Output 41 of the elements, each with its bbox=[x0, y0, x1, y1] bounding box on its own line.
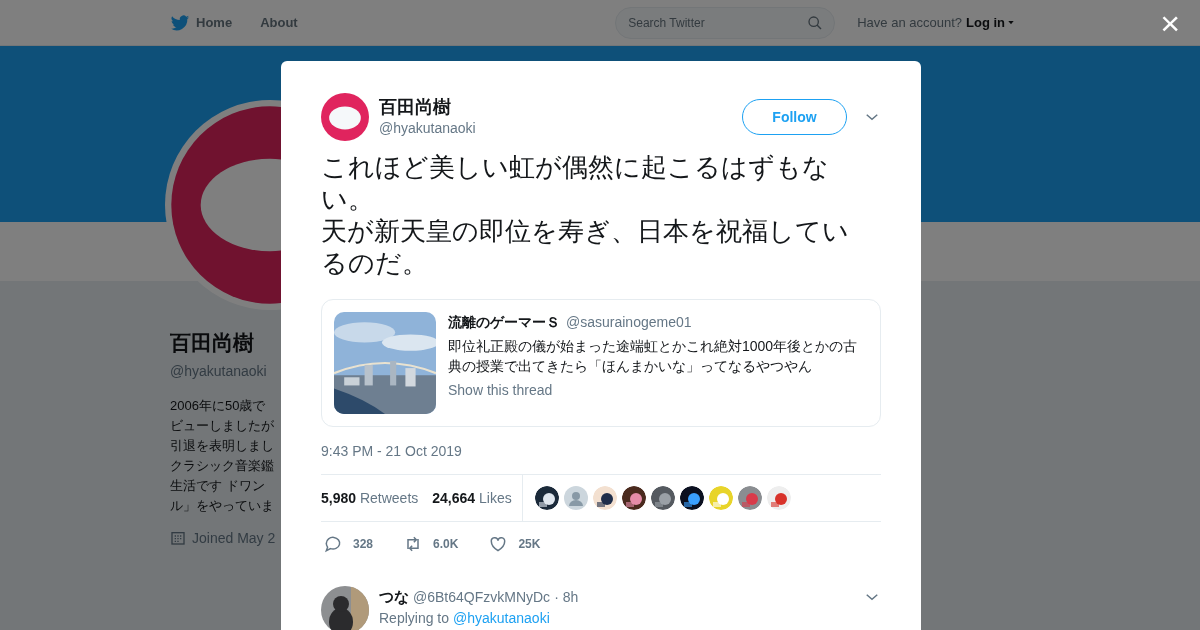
caret-icon bbox=[1007, 18, 1015, 27]
reply-time: · 8h bbox=[554, 587, 579, 607]
action-count: 25K bbox=[518, 536, 541, 553]
quoted-tweet-card[interactable]: 流離のゲーマーＳ @sasurainogeme01 即位礼正殿の儀が始まった途端虹とかこれ絶対1000年後とかの古典の授業で出てきたら「ほんまかいな」ってなるやつやん Show this thread bbox=[321, 299, 881, 427]
bio-text: 生活です ドワン bbox=[170, 476, 266, 495]
mention-link[interactable]: @hyakutanaoki bbox=[453, 609, 550, 627]
home-link[interactable]: Home bbox=[170, 12, 233, 33]
profile-handle: @hyakutanaoki bbox=[170, 361, 268, 381]
user-handle[interactable]: @hyakutanaoki bbox=[379, 117, 476, 139]
profile-name: 百田尚樹 bbox=[170, 330, 255, 356]
tweet-text: 天が新天皇の即位を寿ぎ、日本を祝福しているのだ。 bbox=[321, 215, 850, 279]
bio-text: ル」をやっていま bbox=[170, 496, 275, 515]
search-field[interactable]: Search Twitter bbox=[615, 6, 836, 39]
action-count: 328 bbox=[353, 536, 374, 553]
quoted-user-name: 流離のゲーマーＳ bbox=[448, 313, 560, 332]
account-prompt: Have an account? bbox=[857, 13, 962, 32]
reply-user-handle[interactable]: @6Bt64QFzvkMNyDc bbox=[413, 586, 551, 608]
login-link[interactable]: Log in bbox=[966, 12, 1015, 33]
bio-text: 2006年に50歳で bbox=[170, 396, 267, 415]
stat-link[interactable]: 24,664 Likes bbox=[432, 487, 512, 509]
bio-text: クラシック音楽鑑 bbox=[170, 456, 275, 475]
about-link[interactable]: About bbox=[260, 12, 298, 33]
tweet-timestamp: 9:43 PM - 21 Oct 2019 bbox=[321, 442, 463, 461]
calendar-icon bbox=[170, 530, 186, 546]
bio-text: 引退を表明しまし bbox=[170, 436, 275, 455]
show-thread-link[interactable]: Show this thread bbox=[448, 380, 862, 401]
reply-user-name[interactable]: つな bbox=[379, 586, 409, 609]
speech-bubble-icon[interactable] bbox=[323, 534, 343, 554]
quoted-tweet-text: 即位礼正殿の儀が始まった途端虹とかこれ絶対1000年後とかの古典の授業で出てきたら「ほんまかいな」ってなるやつやん bbox=[448, 337, 859, 376]
action-count: 6.0K bbox=[433, 536, 459, 553]
replying-to-text: Replying to bbox=[379, 609, 450, 627]
search-icon[interactable] bbox=[807, 14, 824, 31]
quoted-user-handle: @sasurainogeme01 bbox=[566, 313, 692, 332]
user-avatar[interactable] bbox=[321, 93, 369, 141]
tweet-text: これほど美しい虹が偶然に起こるはずもない。 bbox=[321, 151, 830, 215]
bird-icon bbox=[170, 12, 190, 33]
stat-link[interactable]: 5,980 Retweets bbox=[321, 487, 419, 509]
join-date: Joined May 2 bbox=[192, 528, 276, 548]
bio-text: ビューしましたが bbox=[170, 416, 275, 435]
close-button[interactable]: × bbox=[1160, 8, 1180, 38]
user-name[interactable]: 百田尚樹 bbox=[379, 95, 476, 118]
